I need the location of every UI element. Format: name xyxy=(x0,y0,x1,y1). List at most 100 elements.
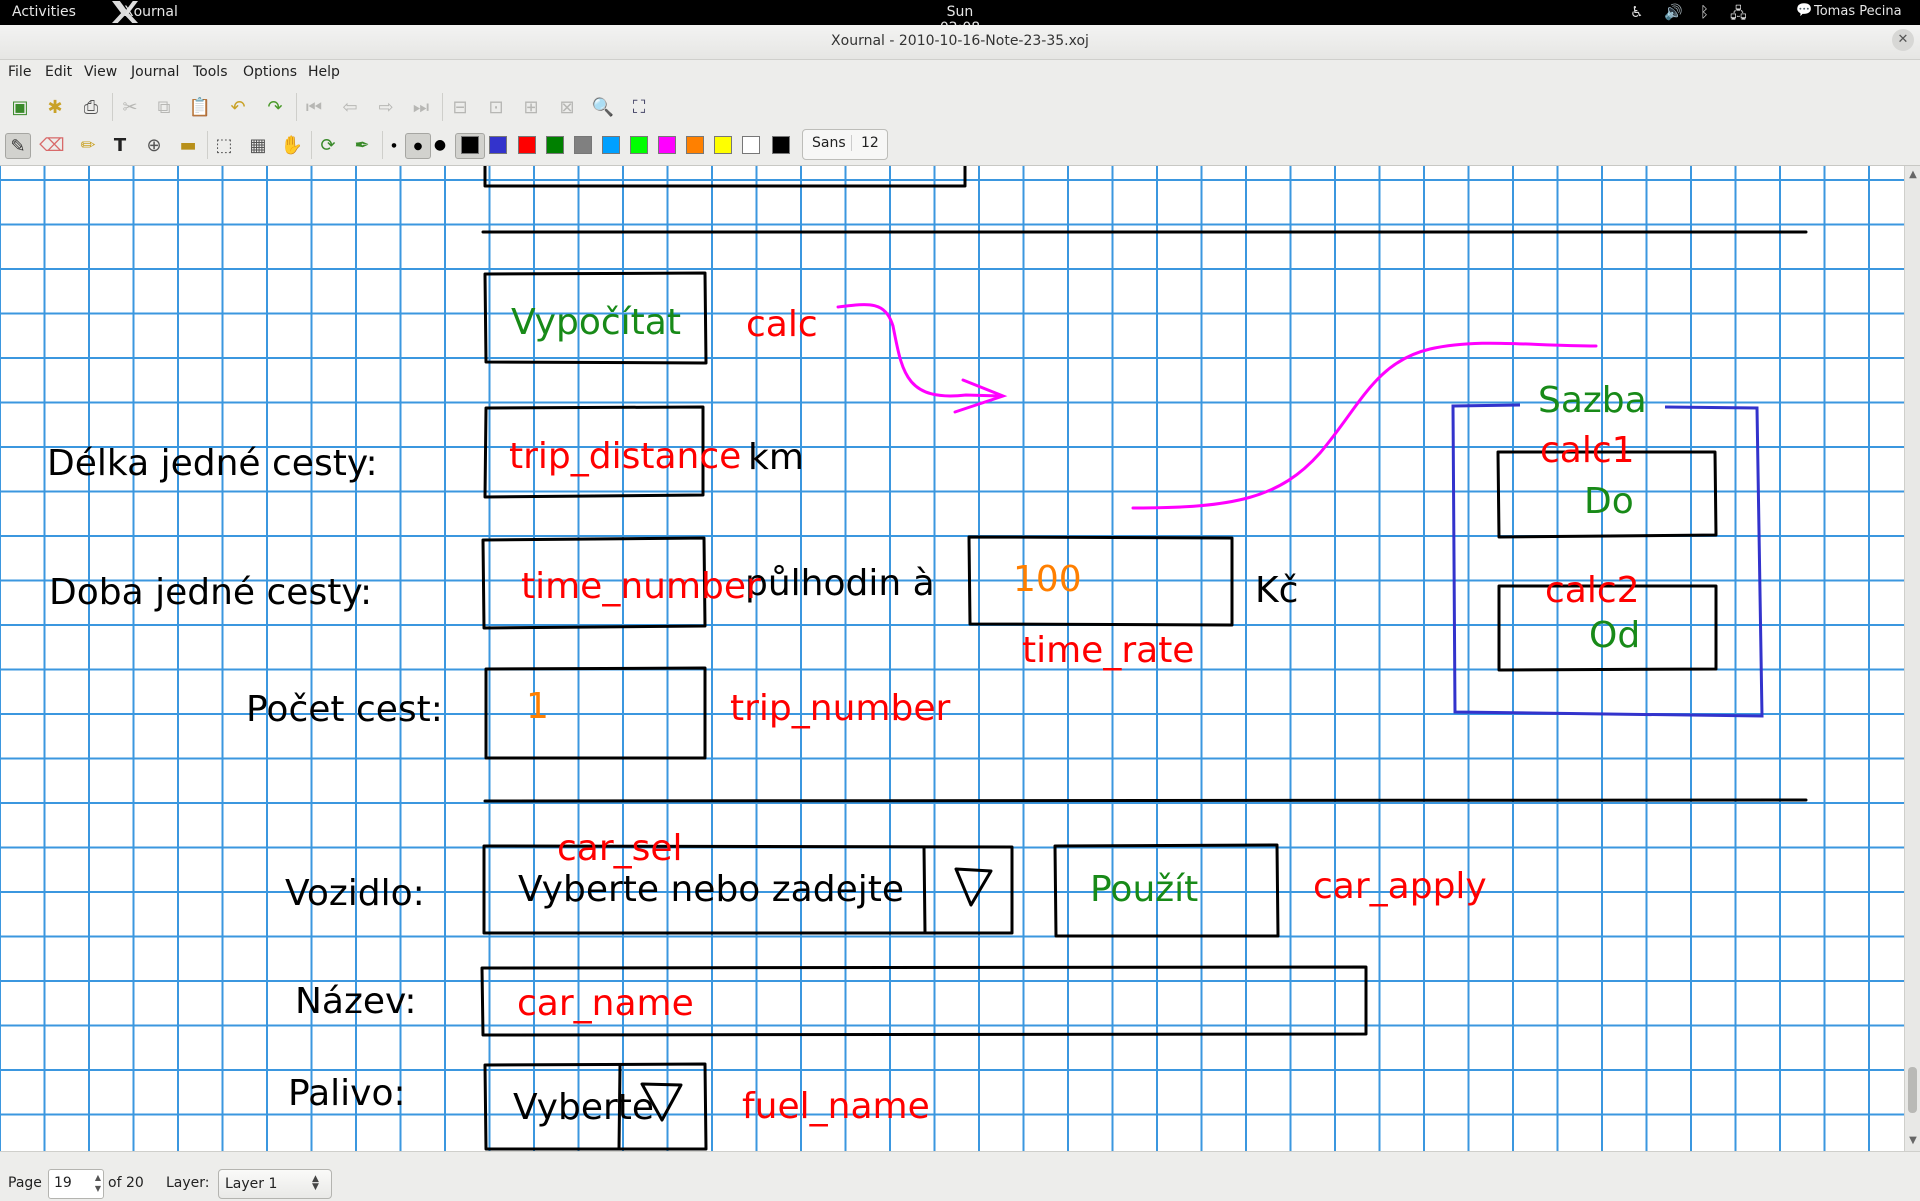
system-top-bar: Activities Xournal Sun 02:08 ♿ 🔊 ᛒ 🖧 💬 T… xyxy=(0,0,1920,36)
app-menu-name[interactable]: Xournal xyxy=(124,4,178,20)
zoom-100-icon[interactable]: ⊡ xyxy=(484,95,508,119)
previous-page-icon[interactable]: ⇦ xyxy=(338,95,362,119)
text-tool-icon[interactable]: T xyxy=(108,133,132,157)
time-rate-box xyxy=(967,535,1234,627)
font-button[interactable]: Sans 12 xyxy=(802,129,888,160)
id-trip-number: trip_number xyxy=(730,688,950,729)
menu-view[interactable]: View xyxy=(84,64,117,80)
default-tool-icon[interactable]: ⟳ xyxy=(316,133,340,157)
scroll-up-icon[interactable]: ▲ xyxy=(1907,169,1919,181)
volume-icon[interactable]: 🔊 xyxy=(1664,3,1683,21)
chat-icon: 💬 xyxy=(1796,3,1813,18)
label-kc: Kč xyxy=(1255,570,1298,611)
layer-select[interactable]: Layer 1 ▲ ▼ xyxy=(218,1169,332,1199)
zoom-out-icon[interactable]: ⊟ xyxy=(448,95,472,119)
cut-icon[interactable]: ✂ xyxy=(118,95,142,119)
vertical-scrollbar[interactable]: ▲ ▼ xyxy=(1904,166,1920,1151)
color-green-swatch[interactable] xyxy=(546,136,564,154)
color-gray-swatch[interactable] xyxy=(574,136,592,154)
new-page-icon[interactable]: ▣ xyxy=(8,95,32,119)
close-window-button[interactable]: ✕ xyxy=(1892,29,1914,51)
color-magenta-swatch[interactable] xyxy=(658,136,676,154)
color-red-swatch[interactable] xyxy=(518,136,536,154)
menu-journal[interactable]: Journal xyxy=(131,64,179,80)
window-title-bar: Xournal - 2010-10-16-Note-23-35.xoj ✕ xyxy=(0,25,1920,60)
search-icon[interactable]: 🔍 xyxy=(591,95,615,119)
scroll-down-icon[interactable]: ▼ xyxy=(1907,1135,1919,1147)
hand-tool-icon[interactable]: ✋ xyxy=(280,133,304,157)
paste-icon[interactable]: 📋 xyxy=(188,95,212,119)
label-nazev: Název: xyxy=(295,981,417,1022)
thick-width-icon[interactable]: ● xyxy=(428,133,452,157)
time-rate-value: 100 xyxy=(1013,559,1082,600)
thin-width-icon[interactable]: ● xyxy=(382,133,406,157)
font-size: 12 xyxy=(851,135,879,151)
redo-icon[interactable]: ↷ xyxy=(263,95,287,119)
tools-toolbar: ✎ ⌫ ✏ T ⊕ ▬ ⬚ ▦ ✋ ⟳ ✒ ● ● ● Sans 12 xyxy=(0,125,1920,166)
car-sel-dropdown-arrow xyxy=(954,867,993,907)
color-white-swatch[interactable] xyxy=(742,136,760,154)
id-time-number: time_number xyxy=(521,566,761,607)
vypocitat-button-label: Vypočítat xyxy=(511,302,681,343)
id-calc: calc xyxy=(746,304,818,345)
user-menu[interactable]: Tomas Pecina xyxy=(1814,4,1902,19)
layer-select-value: Layer 1 xyxy=(225,1176,278,1192)
highlighter-tool-icon[interactable]: ✏ xyxy=(76,133,100,157)
fullscreen-icon[interactable]: ⛶ xyxy=(627,95,651,119)
label-doba: Doba jedné cesty: xyxy=(49,572,372,613)
od-button-label: Od xyxy=(1589,615,1640,656)
page-number-spinner[interactable]: 19 ▲ ▼ xyxy=(48,1169,104,1199)
copy-icon[interactable]: ⧉ xyxy=(152,95,176,119)
color-lightgreen-swatch[interactable] xyxy=(630,136,648,154)
spinner-arrows-icon[interactable]: ▲ ▼ xyxy=(95,1172,101,1194)
select-region-icon[interactable]: ⬚ xyxy=(212,133,236,157)
zoom-in-icon[interactable]: ⊠ xyxy=(555,95,579,119)
pouzit-button-label: Použít xyxy=(1090,869,1198,910)
id-calc2: calc2 xyxy=(1545,570,1640,611)
sazba-title: Sazba xyxy=(1538,380,1647,421)
do-button-label: Do xyxy=(1584,481,1634,522)
print-icon[interactable]: ⎙ xyxy=(79,95,103,119)
page-number-value: 19 xyxy=(54,1175,72,1191)
fuel-placeholder: Vyberte xyxy=(513,1087,654,1128)
menu-edit[interactable]: Edit xyxy=(45,64,72,80)
eraser-tool-icon[interactable]: ⌫ xyxy=(39,133,64,157)
pen-tool-icon[interactable]: ✎ xyxy=(5,133,31,159)
shape-recognizer-icon[interactable]: ⊕ xyxy=(142,133,166,157)
id-car-apply: car_apply xyxy=(1313,866,1487,907)
color-yellow-swatch[interactable] xyxy=(714,136,732,154)
last-page-icon[interactable]: ⏭ xyxy=(409,95,433,119)
trip-number-box xyxy=(484,666,707,760)
accessibility-icon[interactable]: ♿ xyxy=(1630,3,1643,21)
new-file-icon[interactable]: ✱ xyxy=(43,95,67,119)
id-time-rate: time_rate xyxy=(1022,630,1194,671)
trip-number-value: 1 xyxy=(526,686,549,727)
activities-button[interactable]: Activities xyxy=(12,4,76,20)
car-sel-placeholder: Vyberte nebo zadejte xyxy=(518,869,904,910)
undo-icon[interactable]: ↶ xyxy=(226,95,250,119)
scroll-thumb[interactable] xyxy=(1908,1067,1917,1113)
color-blue-swatch[interactable] xyxy=(489,136,507,154)
menu-options[interactable]: Options xyxy=(243,64,297,80)
partial-top-box xyxy=(483,166,967,188)
first-page-icon[interactable]: ⏮ xyxy=(302,95,326,119)
next-page-icon[interactable]: ⇨ xyxy=(374,95,398,119)
bluetooth-icon[interactable]: ᛒ xyxy=(1700,3,1709,21)
menu-tools[interactable]: Tools xyxy=(193,64,228,80)
menu-file[interactable]: File xyxy=(8,64,31,80)
label-vozidlo: Vozidlo: xyxy=(285,873,425,914)
color-orange-swatch[interactable] xyxy=(686,136,704,154)
default-pen-icon[interactable]: ✒ xyxy=(350,133,374,157)
zoom-fit-icon[interactable]: ⊞ xyxy=(519,95,543,119)
car-sel-combo-divider xyxy=(922,845,927,935)
color-lightblue-swatch[interactable] xyxy=(602,136,620,154)
color-black-swatch[interactable] xyxy=(461,136,479,154)
custom-color-button[interactable] xyxy=(772,136,790,154)
select-rectangle-icon[interactable]: ▦ xyxy=(246,133,270,157)
journal-canvas[interactable]: Délka jedné cesty: Doba jedné cesty: Poč… xyxy=(0,166,1904,1151)
label-pocet: Počet cest: xyxy=(246,689,443,730)
ruler-tool-icon[interactable]: ▬ xyxy=(176,133,200,157)
window-title: Xournal - 2010-10-16-Note-23-35.xoj xyxy=(831,33,1089,49)
label-delka: Délka jedné cesty: xyxy=(47,443,378,484)
menu-help[interactable]: Help xyxy=(308,64,340,80)
